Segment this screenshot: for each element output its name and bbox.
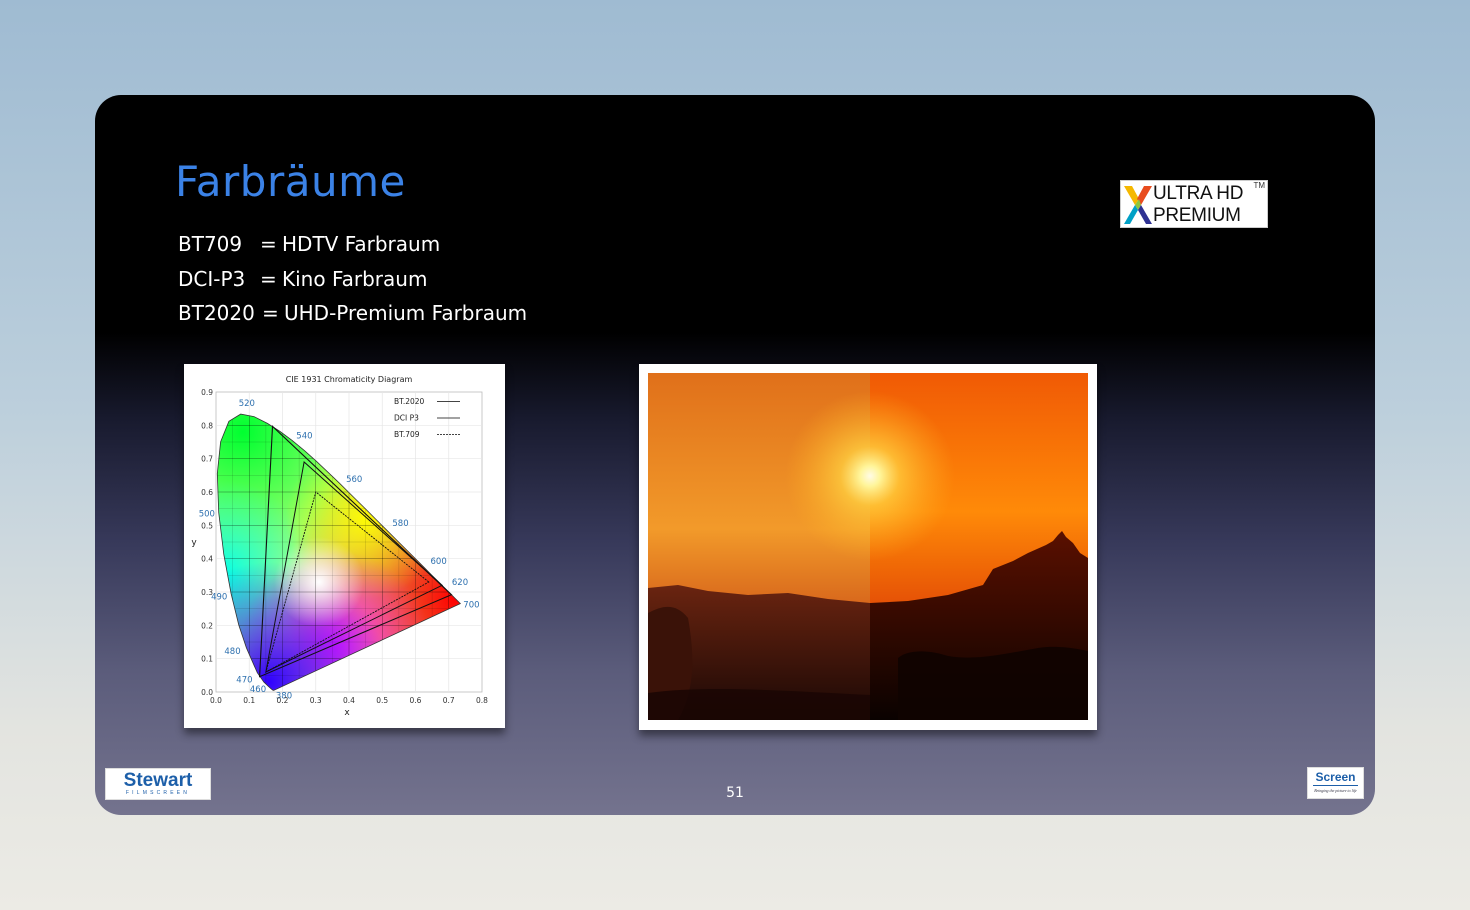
sunset-comparison-photo <box>648 373 1088 720</box>
definitions-list: BT709 = HDTV Farbraum DCI-P3 = Kino Farbraum… <box>178 227 527 331</box>
wavelength-label: 500 <box>199 510 215 520</box>
screen-logo-tagline: Bringing the picture to life <box>1314 788 1357 793</box>
stewart-logo-name: Stewart <box>123 770 193 791</box>
definition-desc: UHD-Premium Farbraum <box>284 301 528 325</box>
y-tick-label: 0.9 <box>201 388 213 397</box>
y-tick-label: 0.5 <box>201 521 213 530</box>
definition-term: BT2020 <box>178 301 255 325</box>
legend-label: BT.2020 <box>394 397 425 406</box>
page-number: 51 <box>726 785 744 801</box>
screen-excellence-logo: Screen Bringing the picture to life <box>1307 767 1364 799</box>
definition-row: BT709 = HDTV Farbraum <box>178 227 527 262</box>
y-tick-label: 0.2 <box>201 621 213 630</box>
wavelength-label: 620 <box>452 578 468 588</box>
trademark-mark: TM <box>1253 181 1265 190</box>
definition-desc: Kino Farbraum <box>282 266 428 291</box>
x-tick-label: 0.1 <box>243 696 255 705</box>
sunset-comparison-card <box>639 364 1097 730</box>
ultra-hd-x-icon <box>1124 186 1152 224</box>
stewart-filmscreen-logo: Stewart FILMSCREEN <box>105 768 211 800</box>
ultra-hd-premium-logo: ULTRA HD PREMIUM TM <box>1120 180 1268 228</box>
legend-label: DCI P3 <box>394 414 419 423</box>
x-tick-label: 0.4 <box>343 696 355 705</box>
definition-equals: = <box>262 301 279 325</box>
x-tick-label: 0.3 <box>310 696 322 705</box>
x-tick-label: 0.0 <box>210 696 222 705</box>
definition-desc: HDTV Farbraum <box>282 232 441 256</box>
wavelength-label: 490 <box>211 593 227 603</box>
slide-title: Farbräume <box>175 157 406 206</box>
cie-chart-card: CIE 1931 Chromaticity Diagram 380 460 470 48… <box>184 364 505 728</box>
definition-equals: = <box>260 232 277 256</box>
y-tick-label: 0.8 <box>201 421 213 430</box>
x-tick-label: 0.7 <box>443 696 455 705</box>
y-tick-label: 0.7 <box>201 455 213 464</box>
wavelength-label: 560 <box>346 475 362 485</box>
wavelength-label: 600 <box>431 557 447 567</box>
ultra-hd-text: ULTRA HD <box>1153 183 1244 204</box>
cie-chromaticity-chart: CIE 1931 Chromaticity Diagram38046047048… <box>191 375 488 718</box>
chart-title: CIE 1931 Chromaticity Diagram <box>286 375 413 384</box>
definition-equals: = <box>260 266 277 291</box>
y-tick-label: 0.3 <box>201 588 213 597</box>
wavelength-label: 520 <box>239 399 255 409</box>
x-tick-label: 0.5 <box>376 696 388 705</box>
presentation-slide: Farbräume BT709 = HDTV Farbraum DCI-P3 = Kin… <box>95 95 1375 815</box>
y-tick-label: 0.0 <box>201 688 213 697</box>
wavelength-label: 460 <box>250 685 266 695</box>
y-tick-label: 0.1 <box>201 655 213 664</box>
premium-text: PREMIUM <box>1153 205 1241 226</box>
y-tick-label: 0.4 <box>201 555 213 564</box>
definition-row: BT2020 = UHD-Premium Farbraum <box>178 296 527 331</box>
wavelength-label: 700 <box>463 601 479 611</box>
x-tick-label: 0.2 <box>277 696 289 705</box>
y-axis-label: y <box>191 538 197 548</box>
sunset-comparison-image <box>648 373 1088 720</box>
x-axis-label: x <box>344 708 350 718</box>
wavelength-label: 480 <box>224 647 240 657</box>
wavelength-label: 540 <box>296 432 312 442</box>
wavelength-label: 580 <box>392 519 408 529</box>
y-tick-label: 0.6 <box>201 488 213 497</box>
definition-row: DCI-P3 = Kino Farbraum <box>178 262 527 297</box>
screen-logo-rule <box>1313 785 1358 786</box>
definition-term: DCI-P3 <box>178 266 246 291</box>
definition-term: BT709 <box>178 232 243 256</box>
legend-label: BT.709 <box>394 430 420 439</box>
x-tick-label: 0.8 <box>476 696 488 705</box>
screen-logo-name: Screen <box>1315 770 1356 784</box>
stewart-logo-sub: FILMSCREEN <box>125 790 191 796</box>
x-tick-label: 0.6 <box>410 696 422 705</box>
wavelength-label: 470 <box>236 676 252 686</box>
